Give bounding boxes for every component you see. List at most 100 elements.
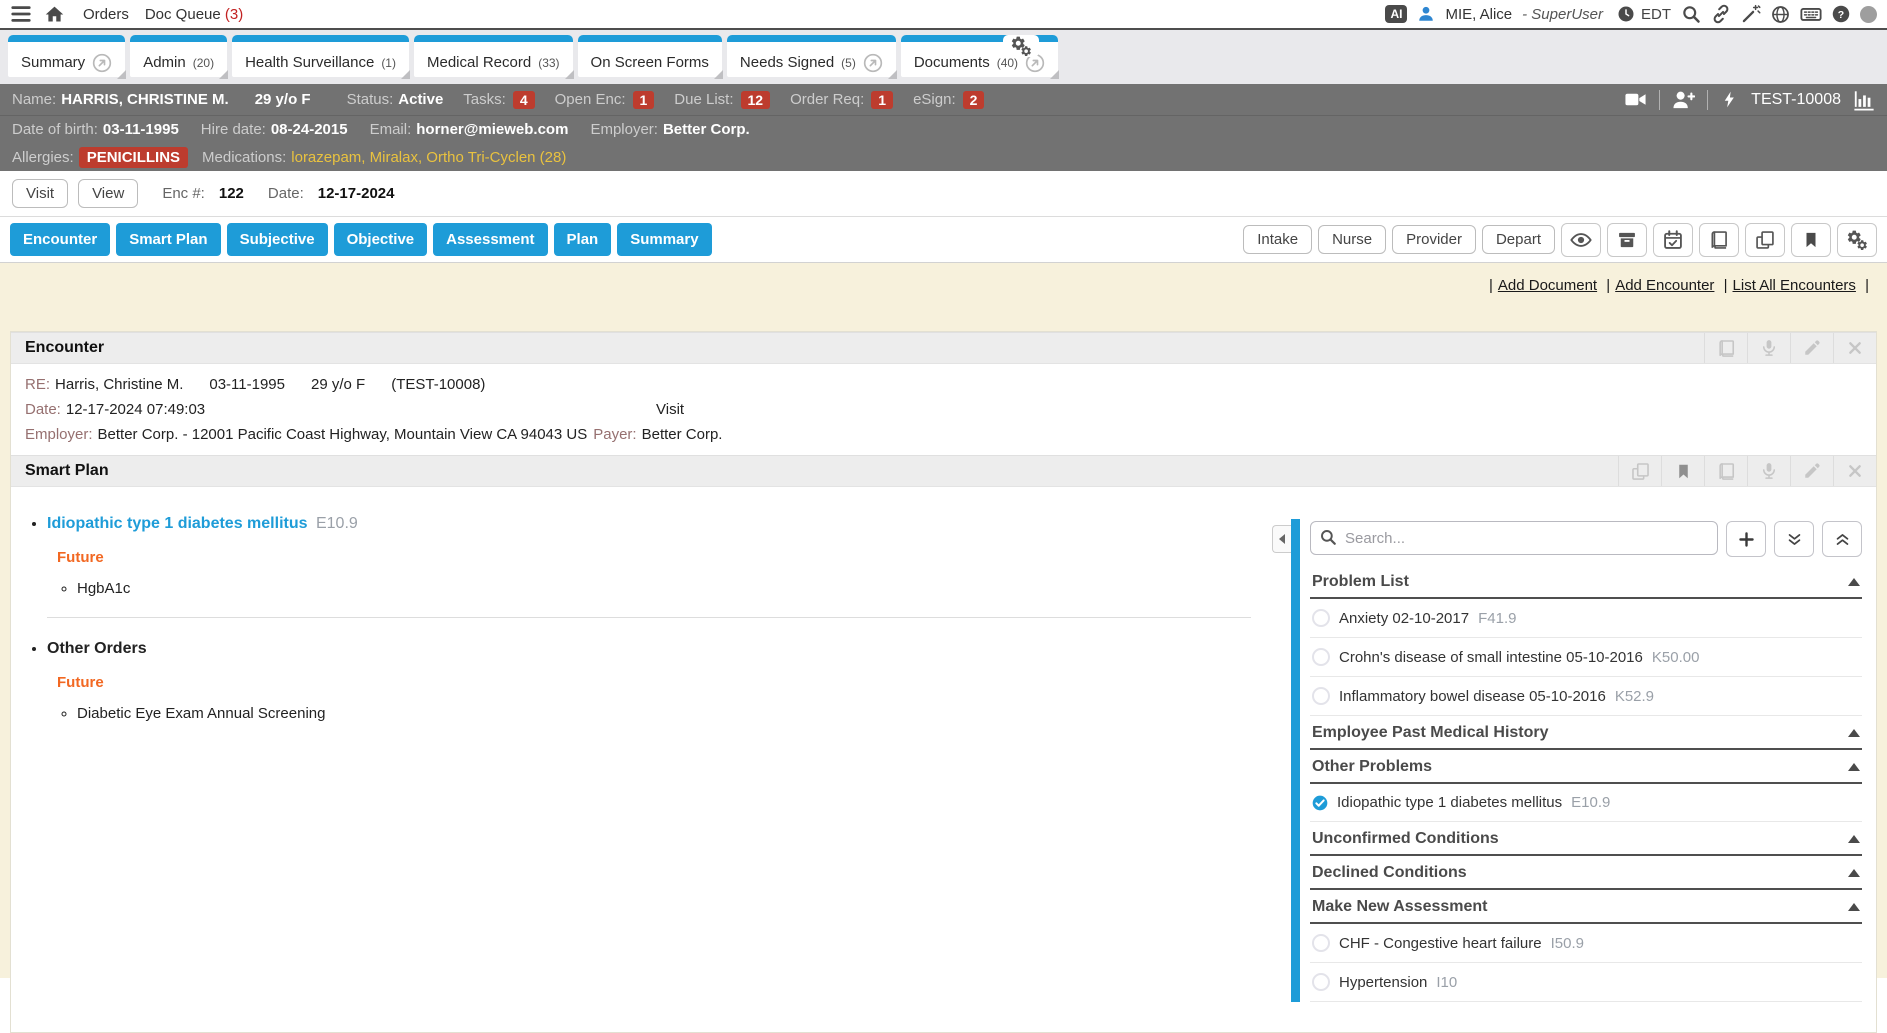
medications-list[interactable]: lorazepam, Miralax, Ortho Tri-Cyclen (28… [291, 149, 566, 166]
copy-icon[interactable] [1618, 456, 1661, 486]
stage-button[interactable]: Provider [1392, 225, 1476, 254]
book-button[interactable] [1699, 223, 1739, 257]
archive-button[interactable] [1607, 223, 1647, 257]
close-icon[interactable] [1833, 456, 1876, 486]
collapse-arrow-icon[interactable] [1848, 729, 1860, 737]
group-title[interactable]: Idiopathic type 1 diabetes mellitus [47, 515, 308, 532]
nav-doc-queue[interactable]: Doc Queue (3) [145, 6, 243, 23]
edit-pencil-icon[interactable] [1790, 456, 1833, 486]
section-button[interactable]: Subjective [227, 223, 328, 256]
section-button[interactable]: Summary [617, 223, 711, 256]
problem-section-header[interactable]: Unconfirmed Conditions [1310, 822, 1862, 856]
wand-icon[interactable] [1741, 4, 1761, 24]
stage-button[interactable]: Nurse [1318, 225, 1386, 254]
chart-tab[interactable]: Admin (20) [130, 35, 227, 77]
calendar-check-button[interactable] [1653, 223, 1693, 257]
check-circle-icon[interactable] [1312, 795, 1328, 811]
nav-orders[interactable]: Orders [83, 6, 129, 23]
radio-circle-icon[interactable] [1312, 934, 1330, 952]
collapse-arrow-icon[interactable] [1848, 578, 1860, 586]
expand-all-button[interactable] [1774, 521, 1814, 557]
allergy-badge[interactable]: PENICILLINS [79, 147, 188, 168]
radio-circle-icon[interactable] [1312, 687, 1330, 705]
globe-icon[interactable] [1771, 5, 1790, 24]
book-icon[interactable] [1704, 456, 1747, 486]
clock-icon[interactable] [1617, 5, 1635, 23]
radio-circle-icon[interactable] [1312, 648, 1330, 666]
edit-pencil-icon[interactable] [1790, 333, 1833, 363]
radio-circle-icon[interactable] [1312, 609, 1330, 627]
search-icon[interactable] [1681, 4, 1701, 24]
list-all-encounters-link[interactable]: List All Encounters [1733, 277, 1856, 294]
chart-tab[interactable]: Needs Signed (5) [727, 35, 896, 77]
open-in-new-icon[interactable] [92, 53, 112, 73]
microphone-icon[interactable] [1747, 456, 1790, 486]
collapse-arrow-icon[interactable] [1848, 869, 1860, 877]
counter-badge[interactable]: 12 [741, 91, 771, 109]
collapse-all-button[interactable] [1822, 521, 1862, 557]
menu-icon[interactable] [10, 3, 32, 25]
problem-search-input[interactable] [1310, 521, 1718, 555]
counter-badge[interactable]: 4 [513, 91, 535, 109]
keyboard-icon[interactable] [1800, 3, 1822, 25]
panel-collapse-button[interactable] [1272, 525, 1291, 553]
condition-item[interactable]: Inflammatory bowel disease 05-10-2016 K5… [1310, 677, 1862, 716]
stage-button[interactable]: Depart [1482, 225, 1555, 254]
bookmark-icon[interactable] [1661, 456, 1704, 486]
section-button[interactable]: Assessment [433, 223, 547, 256]
video-call-icon[interactable] [1624, 88, 1647, 111]
condition-item[interactable]: Idiopathic type 1 diabetes mellitus E10.… [1310, 784, 1862, 822]
user-icon[interactable] [1417, 5, 1435, 23]
view-button[interactable]: View [78, 179, 138, 208]
problem-section-header[interactable]: Employee Past Medical History [1310, 716, 1862, 750]
collapse-arrow-icon[interactable] [1848, 903, 1860, 911]
stage-button[interactable]: Intake [1243, 225, 1312, 254]
tab-settings-button[interactable] [1003, 35, 1039, 57]
link-icon[interactable] [1711, 4, 1731, 24]
user-name[interactable]: MIE, Alice [1445, 6, 1512, 23]
condition-item[interactable]: Hypertension I10 [1310, 963, 1862, 1002]
visit-button[interactable]: Visit [12, 179, 68, 208]
problem-section-header[interactable]: Other Problems [1310, 750, 1862, 784]
chart-tab[interactable]: Medical Record (33) [414, 35, 573, 77]
copy-button[interactable] [1745, 223, 1785, 257]
add-person-icon[interactable] [1672, 88, 1695, 111]
collapse-arrow-icon[interactable] [1848, 763, 1860, 771]
group-title[interactable]: Other Orders [47, 640, 147, 657]
problem-section-header[interactable]: Declined Conditions [1310, 856, 1862, 890]
problem-section-header[interactable]: Problem List [1310, 565, 1862, 599]
problem-section-header[interactable]: Make New Assessment [1310, 890, 1862, 924]
counter-badge[interactable]: 2 [963, 91, 985, 109]
counter-badge[interactable]: 1 [633, 91, 655, 109]
preview-eye-button[interactable] [1561, 223, 1601, 257]
microphone-icon[interactable] [1747, 333, 1790, 363]
condition-item[interactable]: Crohn's disease of small intestine 05-10… [1310, 638, 1862, 677]
quick-actions-bolt-icon[interactable] [1720, 90, 1739, 109]
open-in-new-icon[interactable] [863, 53, 883, 73]
counter-badge[interactable]: 1 [871, 91, 893, 109]
book-icon[interactable] [1704, 333, 1747, 363]
radio-circle-icon[interactable] [1312, 973, 1330, 991]
add-document-link[interactable]: Add Document [1498, 277, 1597, 294]
section-button[interactable]: Encounter [10, 223, 110, 256]
collapse-arrow-icon[interactable] [1848, 835, 1860, 843]
close-icon[interactable] [1833, 333, 1876, 363]
section-button[interactable]: Plan [554, 223, 612, 256]
add-encounter-link[interactable]: Add Encounter [1615, 277, 1714, 294]
section-button[interactable]: Objective [334, 223, 428, 256]
chart-tab[interactable]: Health Surveillance (1) [232, 35, 409, 77]
bookmark-button[interactable] [1791, 223, 1831, 257]
help-icon[interactable] [1832, 5, 1850, 23]
chart-tab[interactable]: On Screen Forms [578, 35, 722, 77]
chart-stats-icon[interactable] [1853, 89, 1875, 111]
ai-badge[interactable]: AI [1385, 5, 1407, 23]
section-button[interactable]: Smart Plan [116, 223, 220, 256]
order-item[interactable]: Diabetic Eye Exam Annual Screening [77, 705, 1251, 722]
add-problem-button[interactable] [1726, 521, 1766, 557]
settings-gears-button[interactable] [1837, 223, 1877, 257]
condition-item[interactable]: Anxiety 02-10-2017 F41.9 [1310, 599, 1862, 638]
order-item[interactable]: HgbA1c [77, 580, 1251, 597]
home-icon[interactable] [44, 4, 65, 25]
condition-item[interactable]: CHF - Congestive heart failure I50.9 [1310, 924, 1862, 963]
chart-tab[interactable]: Summary [8, 35, 125, 77]
